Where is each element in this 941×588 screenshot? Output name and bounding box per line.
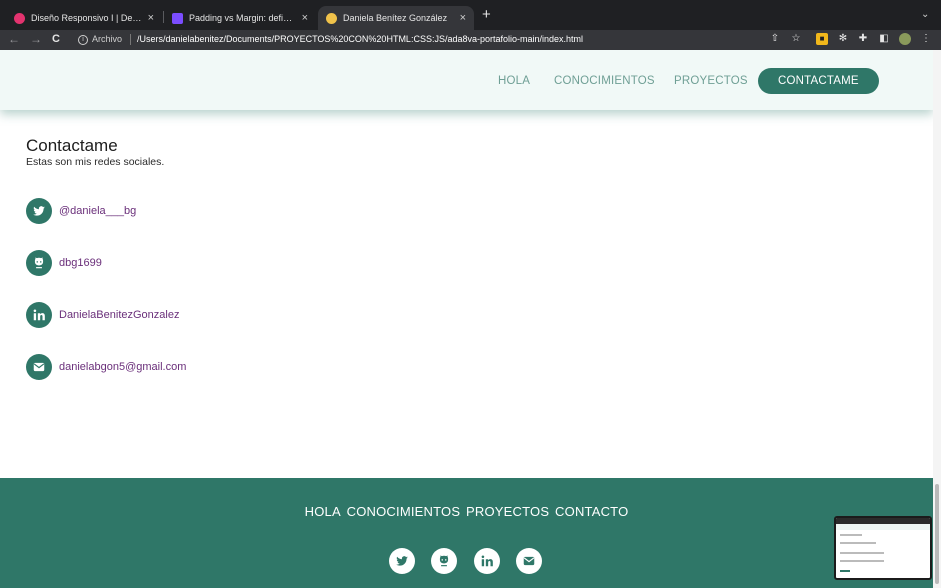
- twitter-icon[interactable]: [389, 548, 415, 574]
- twitter-handle: @daniela___bg: [59, 205, 137, 217]
- email-icon[interactable]: [516, 548, 542, 574]
- thumbnail-header: [836, 524, 930, 530]
- page-viewport: HOLA CONOCIMIENTOS PROYECTOS CONTACTAME …: [0, 50, 933, 588]
- nav-conocimientos[interactable]: CONOCIMIENTOS: [554, 68, 655, 94]
- address-bar: ← → C i Archivo /Users/danielabenitez/Do…: [0, 30, 941, 50]
- footer-link-conocimientos[interactable]: CONOCIMIENTOS: [347, 504, 461, 519]
- browser-tab-active[interactable]: Daniela Benítez González ×: [318, 6, 474, 30]
- twitter-icon: [26, 198, 52, 224]
- sidepanel-icon[interactable]: ◧: [878, 33, 890, 45]
- thumbnail-line: [840, 560, 884, 562]
- thumbnail-line: [840, 552, 884, 554]
- social-link-twitter[interactable]: @daniela___bg: [26, 198, 136, 224]
- new-tab-icon[interactable]: +: [482, 6, 491, 23]
- linkedin-profile: DanielaBenitezGonzalez: [59, 309, 180, 321]
- more-menu-icon[interactable]: ⋮: [920, 33, 932, 45]
- scrollbar-thumb[interactable]: [935, 484, 939, 584]
- close-tab-icon[interactable]: ×: [148, 12, 154, 24]
- tab-title: Daniela Benítez González: [343, 13, 448, 23]
- forward-icon[interactable]: →: [30, 32, 42, 46]
- close-tab-icon[interactable]: ×: [460, 12, 466, 24]
- reload-icon[interactable]: C: [52, 33, 60, 45]
- site-info-icon[interactable]: i: [78, 35, 88, 45]
- linkedin-icon: [26, 302, 52, 328]
- browser-tab[interactable]: Diseño Responsivo I | Desarroll ×: [6, 6, 162, 30]
- puzzle-icon[interactable]: ✚: [857, 33, 869, 45]
- footer-link-proyectos[interactable]: PROYECTOS: [466, 504, 549, 519]
- tab-title: Diseño Responsivo I | Desarroll: [31, 13, 142, 23]
- security-label: Archivo: [92, 34, 123, 44]
- platform-favicon-icon: [14, 12, 25, 24]
- footer-link-contacto[interactable]: CONTACTO: [555, 504, 628, 519]
- browser-tab[interactable]: Padding vs Margin: definición, ×: [164, 6, 316, 30]
- social-link-email[interactable]: danielabgon5@gmail.com: [26, 354, 186, 380]
- thumbnail-line: [840, 534, 862, 536]
- github-icon: [26, 250, 52, 276]
- nav-hola[interactable]: HOLA: [498, 68, 530, 94]
- thumbnail-line: [840, 542, 876, 544]
- github-username: dbg1699: [59, 257, 102, 269]
- nav-contactame-button[interactable]: CONTACTAME: [758, 68, 879, 94]
- social-link-linkedin[interactable]: DanielaBenitezGonzalez: [26, 302, 179, 328]
- bookmark-star-icon[interactable]: ☆: [790, 33, 802, 45]
- site-favicon-icon: [172, 12, 183, 24]
- back-icon[interactable]: ←: [8, 32, 20, 46]
- footer-link-hola[interactable]: HOLA: [305, 504, 341, 519]
- contact-subtitle: Estas son mis redes sociales.: [26, 156, 165, 168]
- profile-avatar[interactable]: [899, 33, 911, 45]
- nav-proyectos[interactable]: PROYECTOS: [674, 68, 748, 94]
- screenshot-thumbnail-preview[interactable]: [834, 516, 932, 580]
- social-link-github[interactable]: dbg1699: [26, 250, 102, 276]
- email-address: danielabgon5@gmail.com: [59, 361, 187, 373]
- url-input[interactable]: /Users/danielabenitez/Documents/PROYECTO…: [137, 34, 583, 44]
- site-footer: HOLA CONOCIMIENTOS PROYECTOS CONTACTO: [0, 478, 933, 588]
- github-icon[interactable]: [431, 548, 457, 574]
- site-header: HOLA CONOCIMIENTOS PROYECTOS CONTACTAME: [0, 50, 933, 110]
- tab-title: Padding vs Margin: definición,: [189, 13, 296, 23]
- thumbnail-line: [840, 570, 850, 572]
- browser-tab-bar: Diseño Responsivo I | Desarroll × Paddin…: [0, 0, 941, 30]
- react-devtools-icon[interactable]: ✻: [837, 33, 849, 45]
- linkedin-icon[interactable]: [474, 548, 500, 574]
- extension-icon[interactable]: ■: [816, 33, 828, 45]
- close-tab-icon[interactable]: ×: [302, 12, 308, 24]
- share-icon[interactable]: ⇧: [769, 33, 781, 45]
- url-separator: [130, 34, 131, 45]
- footer-nav: HOLA CONOCIMIENTOS PROYECTOS CONTACTO: [0, 504, 933, 519]
- contact-title: Contactame: [26, 136, 118, 155]
- tab-search-icon[interactable]: ⌄: [921, 9, 929, 20]
- email-icon: [26, 354, 52, 380]
- portfolio-favicon-icon: [326, 12, 337, 24]
